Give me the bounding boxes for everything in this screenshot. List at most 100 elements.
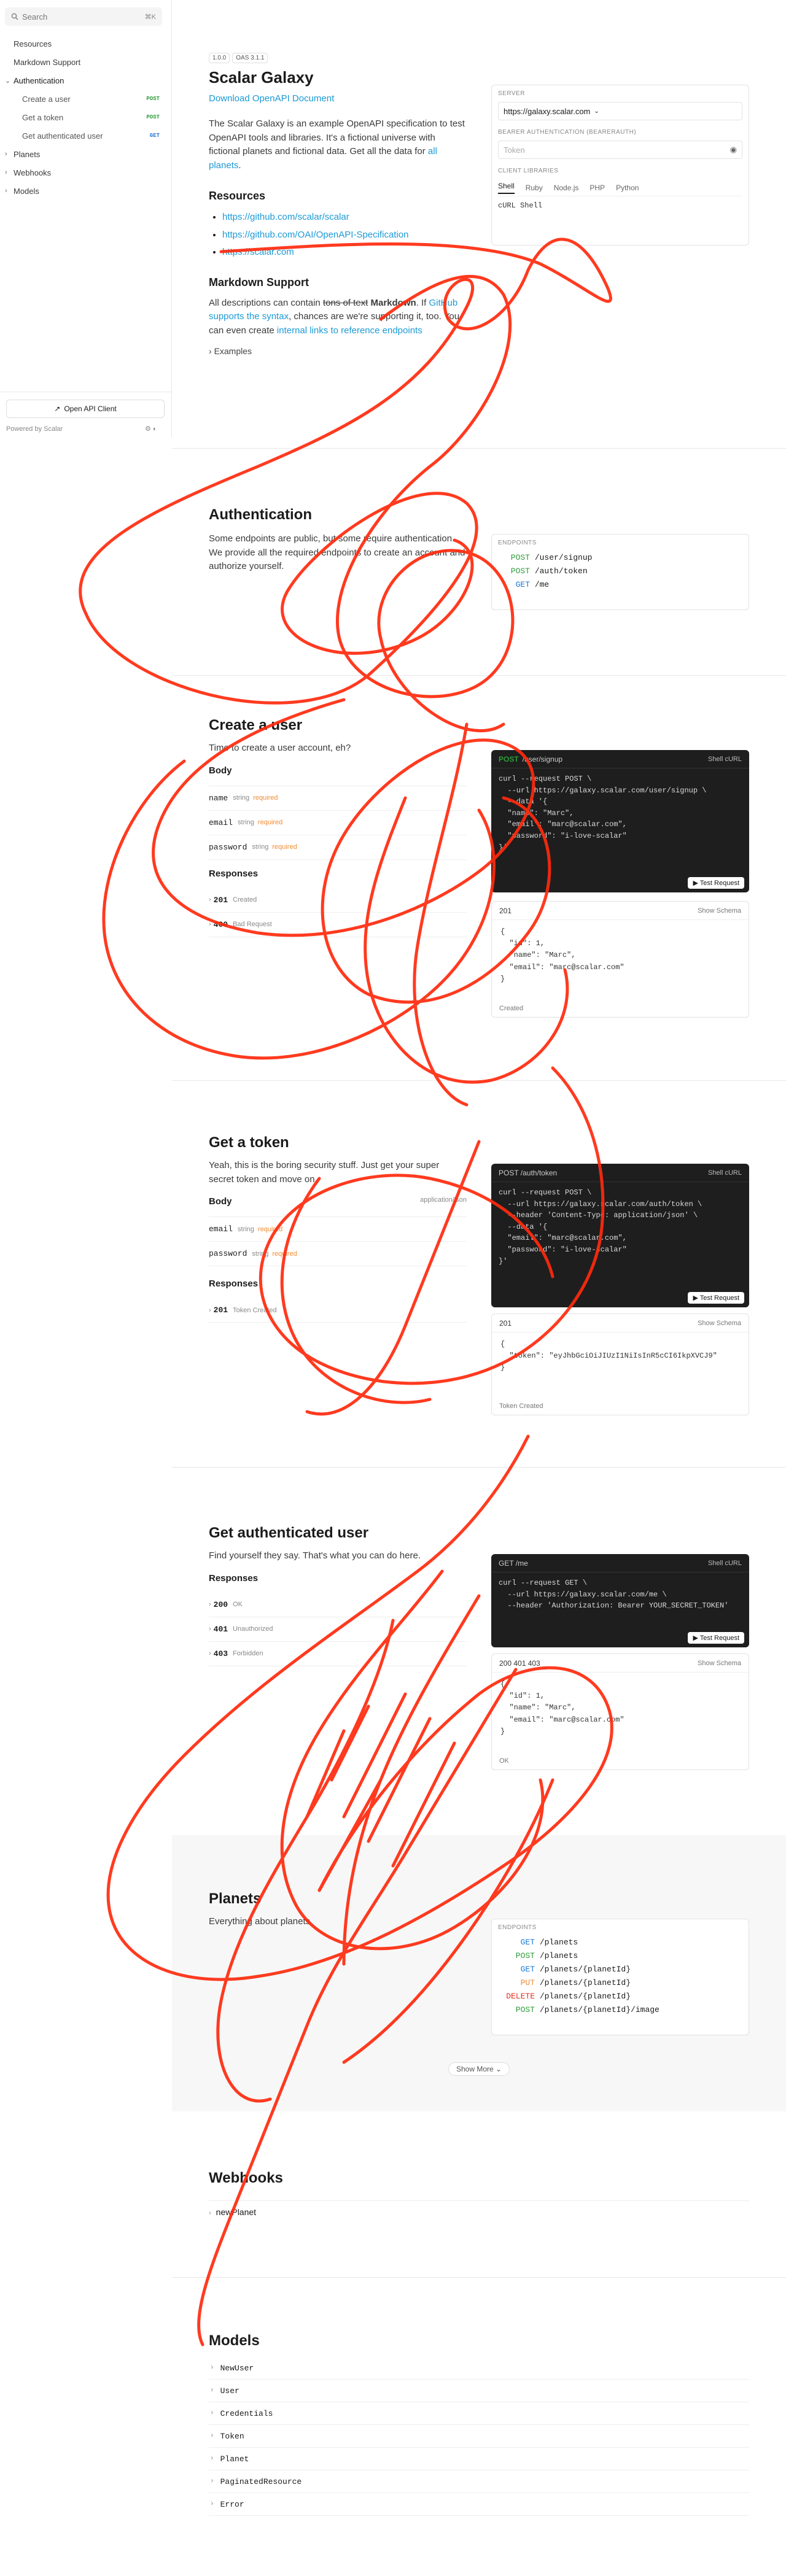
tab-python[interactable]: Python <box>616 184 639 192</box>
sidebar-item-authentication[interactable]: ⌄ Authentication <box>0 71 172 90</box>
endpoint-list: GET /planets POST /planets GET /planets/… <box>492 1936 749 2017</box>
planets-section: Planets Everything about planets <box>209 1890 467 1929</box>
endpoint-path: /me <box>534 580 550 590</box>
webhook-item[interactable]: › newPlanet <box>209 2200 749 2217</box>
tab-php[interactable]: PHP <box>590 184 605 192</box>
endpoints-label: ENDPOINTS <box>498 1924 537 1931</box>
test-request-button[interactable]: ▶ Test Request <box>688 877 744 889</box>
code-path: POST /auth/token <box>499 1168 558 1177</box>
examples-toggle[interactable]: › Examples <box>209 346 749 356</box>
model-row[interactable]: › PaginatedResource <box>209 2470 749 2493</box>
endpoint-item[interactable]: GET /planets/{planetId} <box>500 1963 740 1976</box>
server-card: SERVER https://galaxy.scalar.com ⌄ BEARER… <box>491 85 749 246</box>
body-label: Body application/json <box>209 1196 467 1217</box>
response-row[interactable]: › 201 Token Created <box>209 1298 467 1323</box>
content-type[interactable]: application/json <box>420 1196 467 1216</box>
response-row[interactable]: › 403 Forbidden <box>209 1642 467 1666</box>
get-token-title: Get a token <box>209 1134 289 1151</box>
model-row[interactable]: › Error <box>209 2493 749 2516</box>
response-row[interactable]: › 400 Bad Request <box>209 913 467 937</box>
endpoint-item[interactable]: GET /me <box>500 578 740 592</box>
chevron-right-icon: › <box>210 2478 214 2485</box>
response-row[interactable]: › 401 Unauthorized <box>209 1617 467 1642</box>
field-row: name string required <box>209 786 467 811</box>
response-row[interactable]: › 201 Created <box>209 888 467 913</box>
field-row: password string required <box>209 835 467 860</box>
endpoint-item[interactable]: POST /planets/{planetId}/image <box>500 2003 740 2017</box>
endpoint-method: PUT <box>520 1978 535 1988</box>
show-schema-toggle[interactable]: Show Schema <box>698 1320 741 1327</box>
test-request-button[interactable]: ▶ Test Request <box>688 1632 744 1644</box>
auth-label: BEARER AUTHENTICATION (BEARERAUTH) <box>498 129 637 136</box>
response-desc: Token Created <box>233 1306 277 1314</box>
model-name: NewUser <box>220 2363 254 2373</box>
chevron-down-icon: ⌄ <box>5 77 11 85</box>
sidebar-item-resources[interactable]: Resources <box>0 34 172 53</box>
code-language-select[interactable]: Shell cURL <box>708 756 742 763</box>
endpoint-item[interactable]: POST /planets <box>500 1949 740 1963</box>
chevron-right-icon: › <box>210 2432 214 2440</box>
token-input[interactable]: Token ◉ <box>498 141 742 159</box>
body-title: Body <box>209 1196 232 1207</box>
test-request-button[interactable]: ▶ Test Request <box>688 1292 744 1304</box>
models-title: Models <box>209 2332 260 2349</box>
resource-link[interactable]: https://github.com/scalar/scalar <box>222 212 349 222</box>
internal-links-link[interactable]: internal links to reference endpoints <box>277 325 422 336</box>
chevron-right-icon: › <box>209 1601 211 1608</box>
server-value: https://galaxy.scalar.com <box>504 106 591 116</box>
server-select[interactable]: https://galaxy.scalar.com ⌄ <box>498 102 742 120</box>
endpoint-item[interactable]: GET /planets <box>500 1936 740 1949</box>
model-name: Token <box>220 2431 244 2441</box>
sidebar-item-auth-user[interactable]: Get authenticated user GET <box>0 126 172 145</box>
search-input[interactable]: Search ⌘K <box>5 7 162 26</box>
tab-shell[interactable]: Shell <box>498 182 515 194</box>
model-row[interactable]: › User <box>209 2380 749 2402</box>
response-code: 401 <box>213 1624 228 1634</box>
markdown-description: All descriptions can contain tons of tex… <box>209 296 467 338</box>
response-row[interactable]: › 200 OK <box>209 1593 467 1617</box>
endpoint-item[interactable]: POST /auth/token <box>500 565 740 578</box>
responses-label: Responses <box>209 868 259 879</box>
endpoint-item[interactable]: PUT /planets/{planetId} <box>500 1976 740 1990</box>
open-api-client-button[interactable]: ↗ Open API Client <box>6 400 165 418</box>
show-schema-toggle[interactable]: Show Schema <box>698 1660 741 1667</box>
code-language-select[interactable]: Shell cURL <box>708 1560 742 1567</box>
resource-link[interactable]: https://github.com/OAI/OpenAPI-Specifica… <box>222 230 409 240</box>
field-required: required <box>272 1250 297 1258</box>
show-schema-toggle[interactable]: Show Schema <box>698 907 741 915</box>
response-tab[interactable]: 200 401 403 <box>499 1659 540 1668</box>
intro-text: The Scalar Galaxy is an example OpenAPI … <box>209 118 465 157</box>
model-row[interactable]: › NewUser <box>209 2357 749 2380</box>
settings-icon[interactable]: ⚙ ◐ <box>145 425 157 433</box>
model-row[interactable]: › Credentials <box>209 2402 749 2425</box>
sidebar-item-webhooks[interactable]: › Webhooks <box>0 163 172 182</box>
planets-description: Everything about planets <box>209 1916 311 1927</box>
endpoint-item[interactable]: DELETE /planets/{planetId} <box>500 1990 740 2003</box>
auth-endpoints-card: ENDPOINTS POST /user/signup POST /auth/t… <box>491 534 749 610</box>
sidebar-item-models[interactable]: › Models <box>0 182 172 200</box>
response-tab[interactable]: 201 <box>499 907 512 915</box>
planets-endpoints-card: ENDPOINTS GET /planets POST /planets GET… <box>491 1919 749 2035</box>
create-user-title: Create a user <box>209 717 303 733</box>
model-row[interactable]: › Token <box>209 2425 749 2448</box>
tab-ruby[interactable]: Ruby <box>526 184 543 192</box>
sidebar-item-markdown[interactable]: Markdown Support <box>0 53 172 71</box>
sidebar-item-planets[interactable]: › Planets <box>0 145 172 163</box>
tab-nodejs[interactable]: Node.js <box>554 184 579 192</box>
divider <box>172 448 786 449</box>
eye-icon[interactable]: ◉ <box>730 145 737 155</box>
response-tab[interactable]: 201 <box>499 1319 512 1328</box>
endpoint-method: GET <box>520 1965 535 1975</box>
show-more-button[interactable]: Show More ⌄ <box>448 2062 510 2076</box>
endpoint-item[interactable]: POST /user/signup <box>500 551 740 565</box>
field-type: string <box>238 1225 254 1233</box>
sidebar-item-create-user[interactable]: Create a user POST <box>0 90 172 108</box>
code-language-select[interactable]: Shell cURL <box>708 1169 742 1177</box>
powered-by[interactable]: Powered by Scalar <box>6 425 63 433</box>
resource-link[interactable]: https://scalar.com <box>222 247 294 257</box>
field-name: password <box>209 1249 247 1258</box>
field-required: required <box>257 1225 283 1233</box>
model-row[interactable]: › Planet <box>209 2448 749 2470</box>
sidebar-item-get-token[interactable]: Get a token POST <box>0 108 172 126</box>
webhooks-section: Webhooks › newPlanet <box>209 2170 749 2217</box>
